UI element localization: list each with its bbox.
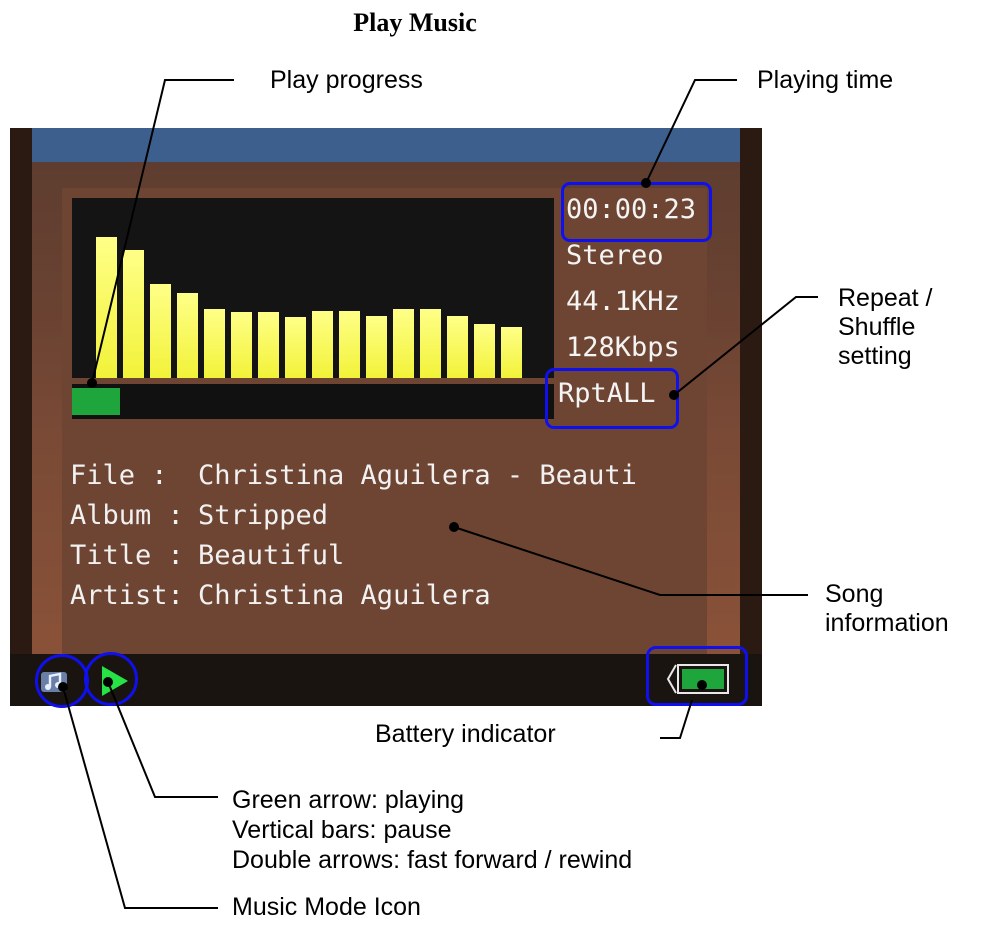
- status-legend-playing: Green arrow: playing: [232, 786, 465, 814]
- spectrum-analyzer: [72, 198, 554, 378]
- song-information-label-line: information: [825, 609, 949, 637]
- music-mode-icon-label: Music Mode Icon: [232, 893, 421, 921]
- play-icon-highlight: [84, 652, 138, 706]
- title-bar: [32, 128, 740, 162]
- spectrum-bar: [123, 250, 144, 378]
- spectrum-bar: [366, 316, 387, 378]
- spectrum-bar: [150, 284, 171, 378]
- spectrum-bar: [285, 317, 306, 378]
- spectrum-bar: [420, 309, 441, 378]
- song-info-value: Beautiful: [198, 540, 345, 571]
- spectrum-bar: [204, 309, 225, 378]
- playing-time-label: Playing time: [757, 66, 894, 94]
- repeat-shuffle-label-line: setting: [838, 342, 912, 370]
- spectrum-bar: [258, 312, 279, 378]
- battery-indicator-label: Battery indicator: [375, 720, 556, 748]
- sample-rate: 44.1KHz: [566, 286, 680, 317]
- spectrum-bar: [501, 327, 522, 378]
- battery-highlight: [646, 646, 748, 706]
- song-info-row: Title : Beautiful: [70, 536, 637, 576]
- repeat-shuffle-label-line: Repeat /: [838, 284, 933, 312]
- spectrum-bar: [177, 293, 198, 378]
- bitrate: 128Kbps: [566, 332, 680, 363]
- song-info-value: Christina Aguilera: [198, 580, 491, 611]
- song-info-label: Album :: [70, 500, 184, 531]
- spectrum-bar: [312, 311, 333, 378]
- song-info-value: Christina Aguilera - Beauti: [198, 460, 637, 491]
- spectrum-bar: [447, 316, 468, 378]
- repeat-mode-highlight: [545, 368, 679, 429]
- song-info-label: File :: [70, 460, 168, 491]
- status-legend-pause: Vertical bars: pause: [232, 816, 452, 844]
- play-progress-label: Play progress: [270, 66, 423, 94]
- page-title: Play Music: [353, 8, 477, 37]
- repeat-shuffle-label-line: Shuffle: [838, 313, 916, 341]
- song-info-label: Artist:: [70, 580, 184, 611]
- playing-time-highlight: [561, 182, 712, 242]
- spectrum-bar: [231, 312, 252, 378]
- song-info-row: Artist: Christina Aguilera: [70, 576, 637, 616]
- song-info-label: Title :: [70, 540, 184, 571]
- song-info-value: Stripped: [198, 500, 329, 531]
- spectrum-bar: [339, 311, 360, 378]
- channel-mode: Stereo: [566, 240, 664, 271]
- progress-bar[interactable]: [72, 384, 554, 419]
- spectrum-bar: [393, 309, 414, 378]
- mode-icon-highlight: [35, 654, 89, 708]
- status-legend: Green arrow: playing Vertical bars: paus…: [232, 785, 632, 875]
- repeat-shuffle-label: Repeat / Shuffle setting: [838, 284, 933, 371]
- spectrum-bar: [474, 324, 495, 378]
- song-information-label-line: Song: [825, 580, 884, 608]
- status-legend-ffwd-rewind: Double arrows: fast forward / rewind: [232, 846, 633, 874]
- song-info-row: File : Christina Aguilera - Beauti: [70, 456, 637, 496]
- song-info: File : Christina Aguilera - Beauti Album …: [70, 456, 637, 616]
- song-information-label: Song information: [825, 580, 949, 638]
- song-info-row: Album : Stripped: [70, 496, 637, 536]
- progress-fill: [72, 388, 120, 415]
- spectrum-bar: [96, 237, 117, 378]
